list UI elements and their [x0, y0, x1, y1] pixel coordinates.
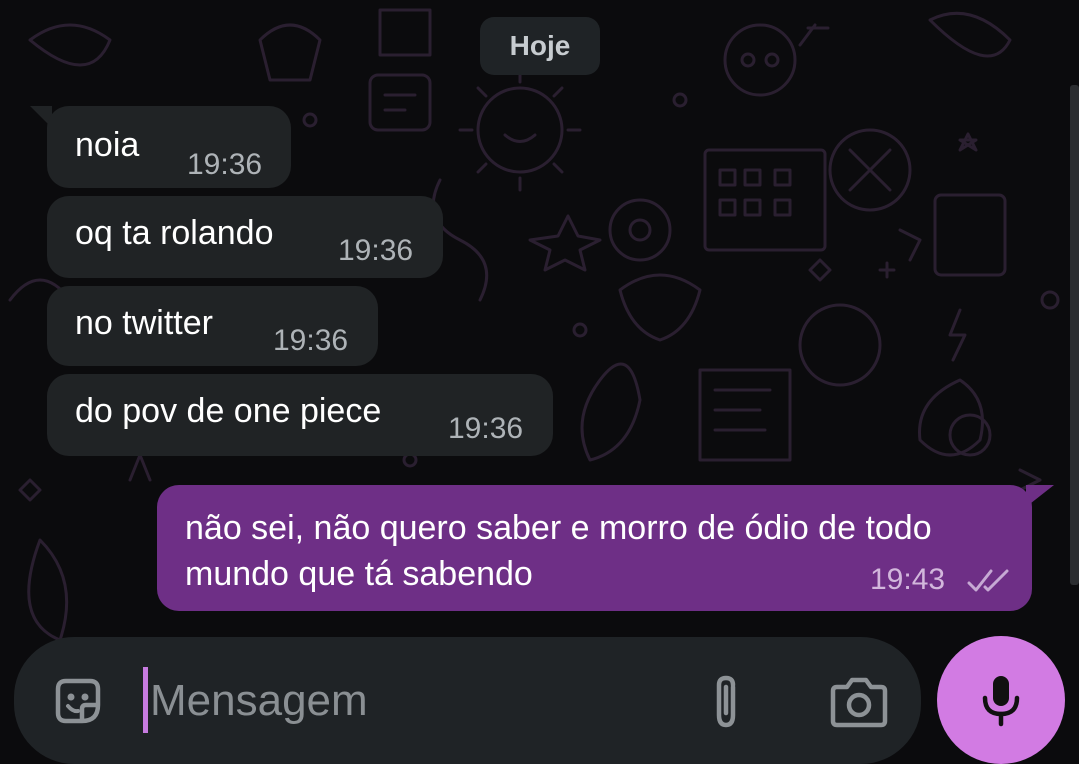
- message-text: no twitter: [75, 304, 213, 342]
- message-time: 19:43: [870, 563, 946, 596]
- chat-screen: Hoje noia 19:36 oq ta rolando 19:36 no t…: [0, 0, 1079, 764]
- message-bubble-incoming[interactable]: noia 19:36: [47, 106, 291, 188]
- date-separator: Hoje: [480, 17, 600, 75]
- message-bubble-incoming[interactable]: oq ta rolando 19:36: [47, 196, 443, 278]
- message-text: do pov de one piece: [75, 392, 382, 430]
- message-bubble-outgoing[interactable]: não sei, não quero saber e morro de ódio…: [157, 485, 1032, 611]
- camera-icon[interactable]: [829, 677, 889, 729]
- message-text: não sei, não quero saber e morro de ódio…: [185, 509, 932, 593]
- message-time: 19:36: [187, 148, 263, 181]
- message-text: oq ta rolando: [75, 214, 274, 252]
- message-bubble-incoming[interactable]: no twitter 19:36: [47, 286, 378, 366]
- double-check-icon: [967, 569, 1009, 592]
- message-time: 19:36: [448, 412, 524, 445]
- message-composer: [14, 637, 921, 764]
- microphone-button[interactable]: [937, 636, 1065, 764]
- sticker-smile-icon[interactable]: [50, 673, 106, 729]
- paperclip-icon[interactable]: [702, 673, 750, 731]
- message-bubble-incoming[interactable]: do pov de one piece 19:36: [47, 374, 553, 456]
- scrollbar[interactable]: [1070, 85, 1079, 585]
- message-text: noia: [75, 126, 140, 164]
- message-time: 19:36: [338, 234, 414, 267]
- message-time: 19:36: [273, 324, 349, 357]
- microphone-icon: [982, 676, 1020, 727]
- message-input[interactable]: [150, 669, 650, 733]
- text-caret: [143, 667, 148, 733]
